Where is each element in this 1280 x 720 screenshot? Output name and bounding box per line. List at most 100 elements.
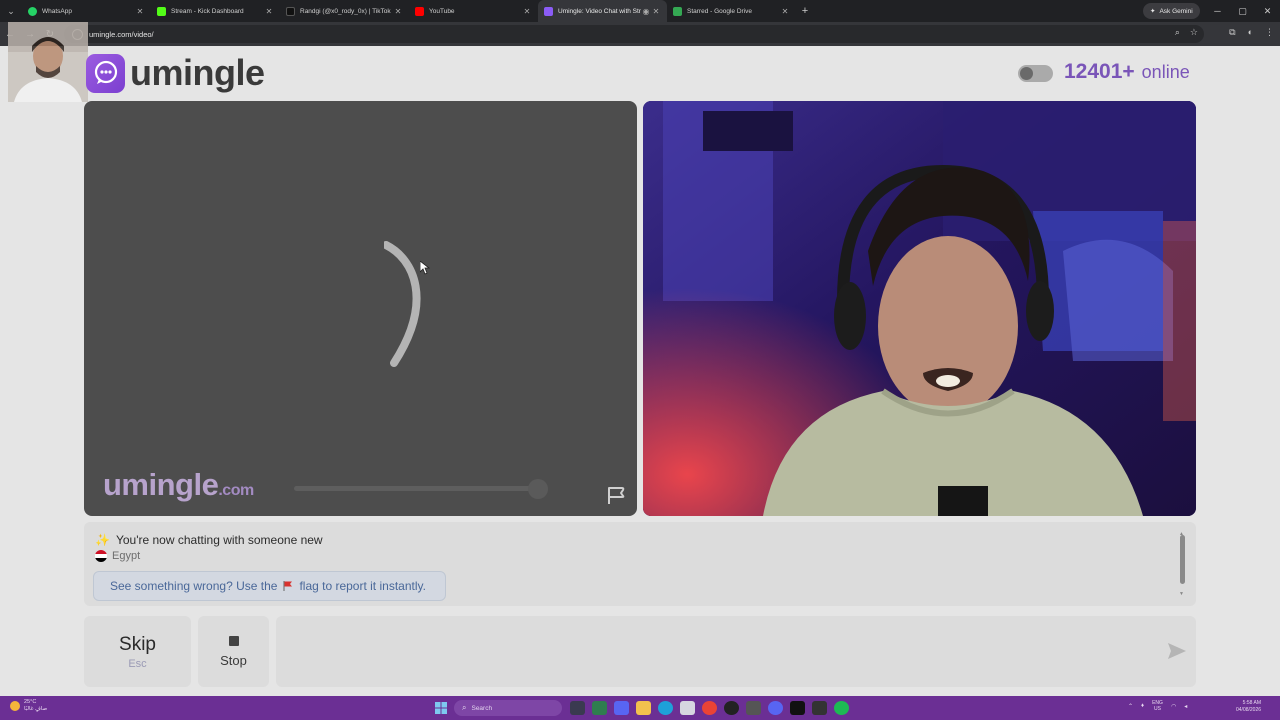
minimize-icon[interactable]: ─ — [1205, 0, 1230, 22]
report-flag-icon[interactable] — [605, 484, 627, 506]
stop-button[interactable]: Stop — [198, 616, 269, 687]
close-tab-icon[interactable]: ✕ — [780, 7, 790, 16]
taskbar-clock[interactable]: 5:58 AM 04/08/2026 — [1236, 700, 1261, 714]
volume-icon[interactable]: ◂ — [1184, 703, 1187, 710]
url-text: umingle.com/video/ — [89, 29, 154, 39]
send-arrow-icon[interactable] — [1166, 641, 1188, 661]
search-icon: ⌕ — [462, 703, 467, 712]
kick-icon — [157, 6, 166, 16]
chat-bubble-logo-icon — [86, 53, 125, 93]
browser-tab-youtube[interactable]: YouTube ✕ — [409, 0, 538, 22]
skip-label: Skip — [119, 633, 156, 655]
close-window-icon[interactable]: ✕ — [1255, 0, 1280, 22]
app-icon[interactable] — [614, 701, 629, 715]
wifi-icon[interactable]: ◠ — [1171, 703, 1176, 710]
zoom-icon[interactable]: ⌕ — [1175, 27, 1180, 38]
volume-slider-knob[interactable] — [528, 479, 548, 499]
new-tab-button[interactable]: + — [796, 5, 814, 17]
browser-tab-strip: ⌄ WhatsApp ✕ Stream - Kick Dashboard ✕ R… — [0, 0, 1280, 22]
taskbar-search-box[interactable]: ⌕ Search — [454, 700, 562, 716]
weather-temp: 25°C — [24, 699, 37, 705]
self-camera-feed — [643, 101, 1196, 516]
language-indicator[interactable]: ENG US — [1152, 700, 1163, 712]
browser-tab-whatsapp[interactable]: WhatsApp ✕ — [22, 0, 151, 22]
mouse-cursor-icon — [420, 261, 430, 275]
chat-messages-panel: ✨ You're now chatting with someone new E… — [84, 522, 1196, 606]
watermark-name: umingle — [103, 467, 219, 502]
clock-time: 5:58 AM — [1242, 700, 1262, 706]
windows-taskbar: 25°C صافٍ غالبًا ⌕ Search ⌃ ♦ ENG US ◠ ◂ — [0, 696, 1280, 720]
report-hint-text-after: flag to report it instantly. — [299, 579, 426, 593]
umingle-watermark: umingle.com — [103, 467, 254, 503]
clock-date: 04/08/2026 — [1236, 707, 1262, 713]
task-view-icon[interactable] — [570, 701, 585, 715]
window-controls: ─ ▢ ✕ — [1205, 0, 1280, 22]
chat-scrollbar-thumb[interactable] — [1180, 535, 1185, 584]
maximize-icon[interactable]: ▢ — [1230, 0, 1255, 22]
message-input[interactable] — [276, 616, 1196, 687]
extensions-puzzle-icon[interactable]: ⧉ — [1229, 27, 1235, 38]
app-icon[interactable] — [746, 701, 761, 715]
address-bar[interactable]: umingle.com/video/ ⌕ ☆ — [64, 25, 1204, 43]
bookmark-star-icon[interactable]: ☆ — [1190, 27, 1198, 38]
browser-menu-icon[interactable]: ⋮ — [1265, 27, 1274, 38]
volume-slider-track[interactable] — [294, 486, 544, 491]
app-icon[interactable] — [592, 701, 607, 715]
streamer-webcam-overlay — [8, 22, 88, 102]
gemini-icon: ✦ — [1150, 8, 1156, 15]
app-icon[interactable] — [790, 701, 805, 715]
stop-label: Stop — [220, 652, 247, 668]
ask-gemini-label: Ask Gemini — [1159, 7, 1193, 15]
country-name: Egypt — [112, 550, 141, 562]
spotify-icon[interactable] — [834, 701, 849, 715]
online-count: 12401+ — [1064, 60, 1135, 83]
taskbar-pinned-apps — [570, 701, 849, 715]
close-tab-icon[interactable]: ✕ — [651, 7, 661, 16]
red-flag-icon — [283, 581, 293, 591]
windows-start-icon[interactable] — [435, 702, 447, 714]
scroll-down-arrow-icon[interactable]: ▼ — [1179, 591, 1184, 597]
close-tab-icon[interactable]: ✕ — [522, 7, 532, 16]
edge-icon[interactable] — [658, 701, 673, 715]
tab-label: WhatsApp — [42, 7, 72, 15]
report-hint-text-before: See something wrong? Use the — [110, 579, 278, 593]
browser-tab-kick[interactable]: Stream - Kick Dashboard ✕ — [151, 0, 280, 22]
chrome-icon[interactable] — [702, 701, 717, 715]
close-tab-icon[interactable]: ✕ — [393, 7, 403, 16]
tab-label: Umingle: Video Chat with Str… — [558, 7, 641, 15]
online-label: online — [1141, 62, 1190, 82]
browser-tab-google-drive[interactable]: Starred - Google Drive ✕ — [667, 0, 796, 22]
tray-overflow-icon[interactable]: ⌃ — [1128, 703, 1133, 710]
app-icon[interactable] — [680, 701, 695, 715]
weather-desc: صافٍ غالبًا — [24, 706, 48, 712]
online-counter: 12401+ online — [1064, 60, 1190, 84]
ask-gemini-button[interactable]: ✦ Ask Gemini — [1143, 3, 1200, 19]
audio-playing-icon[interactable]: ◉ — [641, 7, 651, 16]
umingle-logo[interactable]: umingle — [86, 52, 265, 94]
close-tab-icon[interactable]: ✕ — [135, 7, 145, 16]
keyboard-layout: US — [1154, 706, 1161, 712]
tab-search-chevron-icon[interactable]: ⌄ — [0, 0, 22, 22]
tab-label: YouTube — [429, 7, 455, 15]
skip-button[interactable]: Skip Esc — [84, 616, 191, 687]
profile-avatar-icon[interactable]: ◐ — [1248, 27, 1253, 38]
file-explorer-icon[interactable] — [636, 701, 651, 715]
report-hint-box: See something wrong? Use the flag to rep… — [93, 571, 446, 601]
close-tab-icon[interactable]: ✕ — [264, 7, 274, 16]
app-icon[interactable] — [812, 701, 827, 715]
microphone-icon[interactable]: ♦ — [1141, 703, 1144, 709]
loading-spinner-icon — [384, 241, 421, 367]
youtube-icon — [415, 6, 424, 16]
system-message: ✨ You're now chatting with someone new — [95, 533, 323, 547]
browser-tab-tiktok[interactable]: Randgi (@x0_rody_0x) | TikTok ✕ — [280, 0, 409, 22]
sun-icon — [10, 701, 20, 711]
weather-widget[interactable]: 25°C صافٍ غالبًا — [10, 699, 47, 713]
status-text: You're now chatting with someone new — [115, 533, 323, 547]
self-video-panel — [643, 101, 1196, 516]
system-tray: ⌃ ♦ ENG US ◠ ◂ — [1128, 700, 1187, 712]
browser-tab-umingle[interactable]: Umingle: Video Chat with Str… ◉ ✕ — [538, 0, 667, 22]
discord-icon[interactable] — [768, 701, 783, 715]
tiktok-icon — [286, 6, 295, 16]
app-icon[interactable] — [724, 701, 739, 715]
theme-toggle[interactable] — [1018, 65, 1053, 82]
